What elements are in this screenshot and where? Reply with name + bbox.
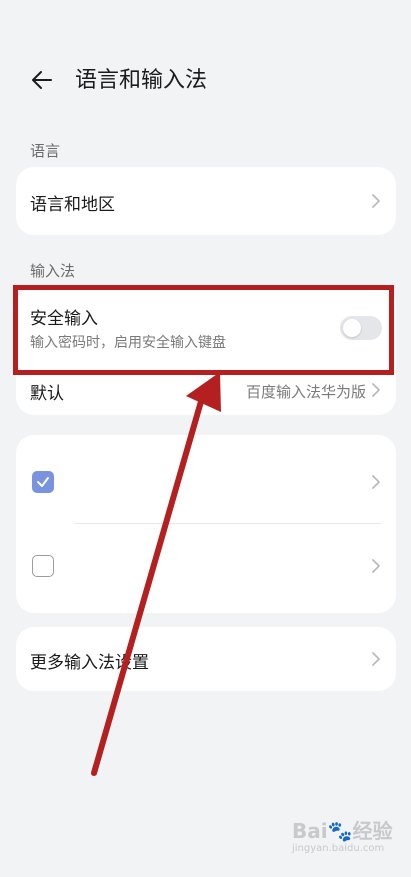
- default-input-value[interactable]: 百度输入法华为版: [246, 381, 366, 402]
- paw-logo-icon: 🐾: [327, 819, 353, 843]
- more-input-settings-label: 更多输入法设置: [30, 653, 149, 673]
- keyboard-item[interactable]: [16, 435, 396, 523]
- page-title: 语言和输入法: [75, 68, 208, 93]
- default-input-label: 默认: [30, 384, 64, 404]
- secure-input-subtitle: 输入密码时，启用安全输入键盘: [30, 335, 226, 351]
- secure-input-toggle[interactable]: [340, 316, 382, 340]
- keyboard-list-card: [16, 435, 396, 613]
- language-region-label: 语言和地区: [30, 195, 115, 215]
- language-region-row[interactable]: 语言和地区: [16, 167, 396, 235]
- baidu-jingyan-watermark: Bai🐾经验 jingyan.baidu.com: [292, 820, 393, 856]
- section-label-language: 语言: [30, 142, 61, 160]
- watermark-brand: Bai: [292, 819, 328, 843]
- header-bar: 语言和输入法: [0, 56, 411, 108]
- back-button[interactable]: [24, 62, 60, 98]
- chevron-right-icon: [372, 194, 380, 208]
- section-label-input-method: 输入法: [30, 262, 76, 280]
- keyboard-checkbox-checked[interactable]: [32, 471, 54, 493]
- chevron-right-icon: [372, 475, 380, 489]
- input-method-card: 安全输入 输入密码时，启用安全输入键盘 默认 百度输入法华为版: [16, 287, 396, 415]
- chevron-right-icon: [372, 383, 380, 397]
- back-arrow-icon: [32, 71, 52, 89]
- watermark-site: jingyan.baidu.com: [292, 843, 385, 854]
- chevron-right-icon: [372, 652, 380, 666]
- secure-input-title: 安全输入: [30, 309, 98, 329]
- keyboard-item[interactable]: [16, 524, 396, 613]
- keyboard-checkbox-unchecked[interactable]: [32, 555, 54, 577]
- watermark-suffix: 经验: [352, 819, 393, 843]
- toggle-knob: [343, 319, 361, 337]
- checkmark-icon: [37, 477, 49, 487]
- chevron-right-icon: [372, 559, 380, 573]
- more-input-settings-row[interactable]: 更多输入法设置: [16, 627, 396, 691]
